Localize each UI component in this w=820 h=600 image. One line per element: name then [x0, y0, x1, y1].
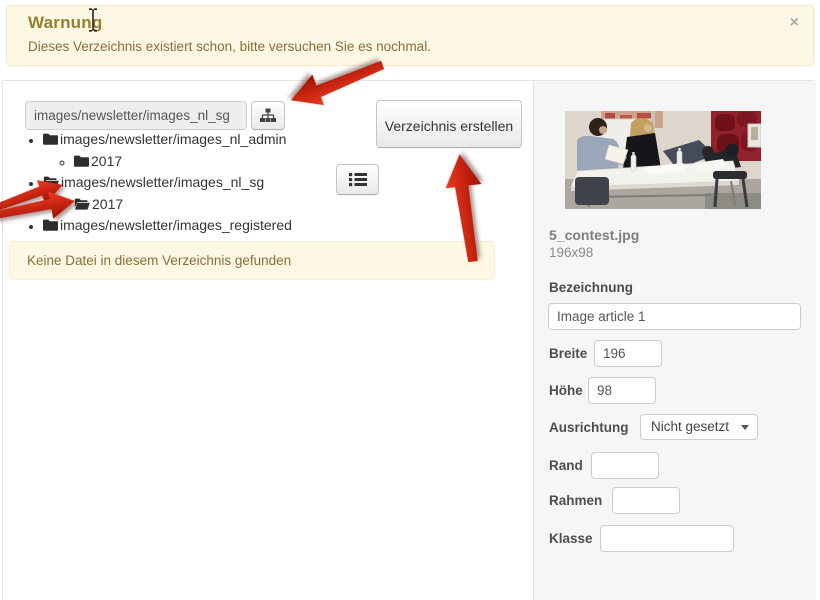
rahmen-input[interactable]: [612, 487, 680, 514]
folder-closed-icon: [43, 130, 58, 151]
klasse-input[interactable]: [600, 525, 734, 552]
bezeichnung-label: Bezeichnung: [549, 280, 634, 295]
directory-path-input[interactable]: [25, 101, 247, 130]
sitemap-icon: [260, 108, 276, 122]
tree-link-images-nl-sg[interactable]: images/newsletter/images_nl_sg: [61, 174, 264, 190]
breite-input[interactable]: [594, 340, 662, 367]
breite-label: Breite: [549, 346, 588, 361]
tree-link-images-nl-admin[interactable]: images/newsletter/images_nl_admin: [60, 131, 286, 147]
folder-closed-icon: [74, 152, 89, 173]
preview-filename: 5_contest.jpg: [549, 227, 640, 243]
media-manager-panel: Verzeichnis erstellen images/newsletter/…: [2, 80, 816, 600]
tree-link-2017-sg[interactable]: 2017: [92, 196, 123, 212]
preview-dimensions: 196x98: [549, 245, 594, 260]
empty-directory-message: Keine Datei in diesem Verzeichnis gefund…: [9, 241, 495, 280]
image-properties-sidebar: 5_contest.jpg 196x98 Bezeichnung Breite …: [533, 81, 816, 600]
tree-item: 2017: [74, 194, 367, 216]
ausrichtung-selected-value: Nicht gesetzt: [651, 419, 730, 434]
klasse-label: Klasse: [549, 531, 593, 546]
rand-input[interactable]: [591, 452, 659, 479]
hoehe-input[interactable]: [588, 377, 656, 404]
tree-item: images/newsletter/images_registered: [43, 215, 367, 237]
rand-label: Rand: [549, 458, 583, 473]
tree-link-images-registered[interactable]: images/newsletter/images_registered: [60, 217, 292, 233]
image-thumbnail[interactable]: [565, 111, 761, 209]
tree-item: images/newsletter/images_nl_sg 2017: [43, 172, 367, 215]
tree-link-2017-admin[interactable]: 2017: [91, 153, 122, 169]
show-tree-button[interactable]: [251, 101, 285, 130]
tree-item: 2017: [74, 151, 367, 173]
rahmen-label: Rahmen: [549, 493, 603, 508]
create-directory-button[interactable]: Verzeichnis erstellen: [376, 100, 522, 148]
warning-alert: Warnung Dieses Verzeichnis existiert sch…: [6, 5, 814, 66]
hoehe-label: Höhe: [549, 383, 583, 398]
bezeichnung-input[interactable]: [548, 303, 801, 330]
chevron-down-icon: [741, 425, 749, 430]
text-cursor-icon: [89, 8, 97, 32]
close-icon[interactable]: ×: [790, 15, 799, 31]
ausrichtung-label: Ausrichtung: [549, 420, 629, 435]
ausrichtung-select[interactable]: Nicht gesetzt: [640, 414, 758, 440]
tree-item: images/newsletter/images_nl_admin 2017: [43, 129, 367, 172]
